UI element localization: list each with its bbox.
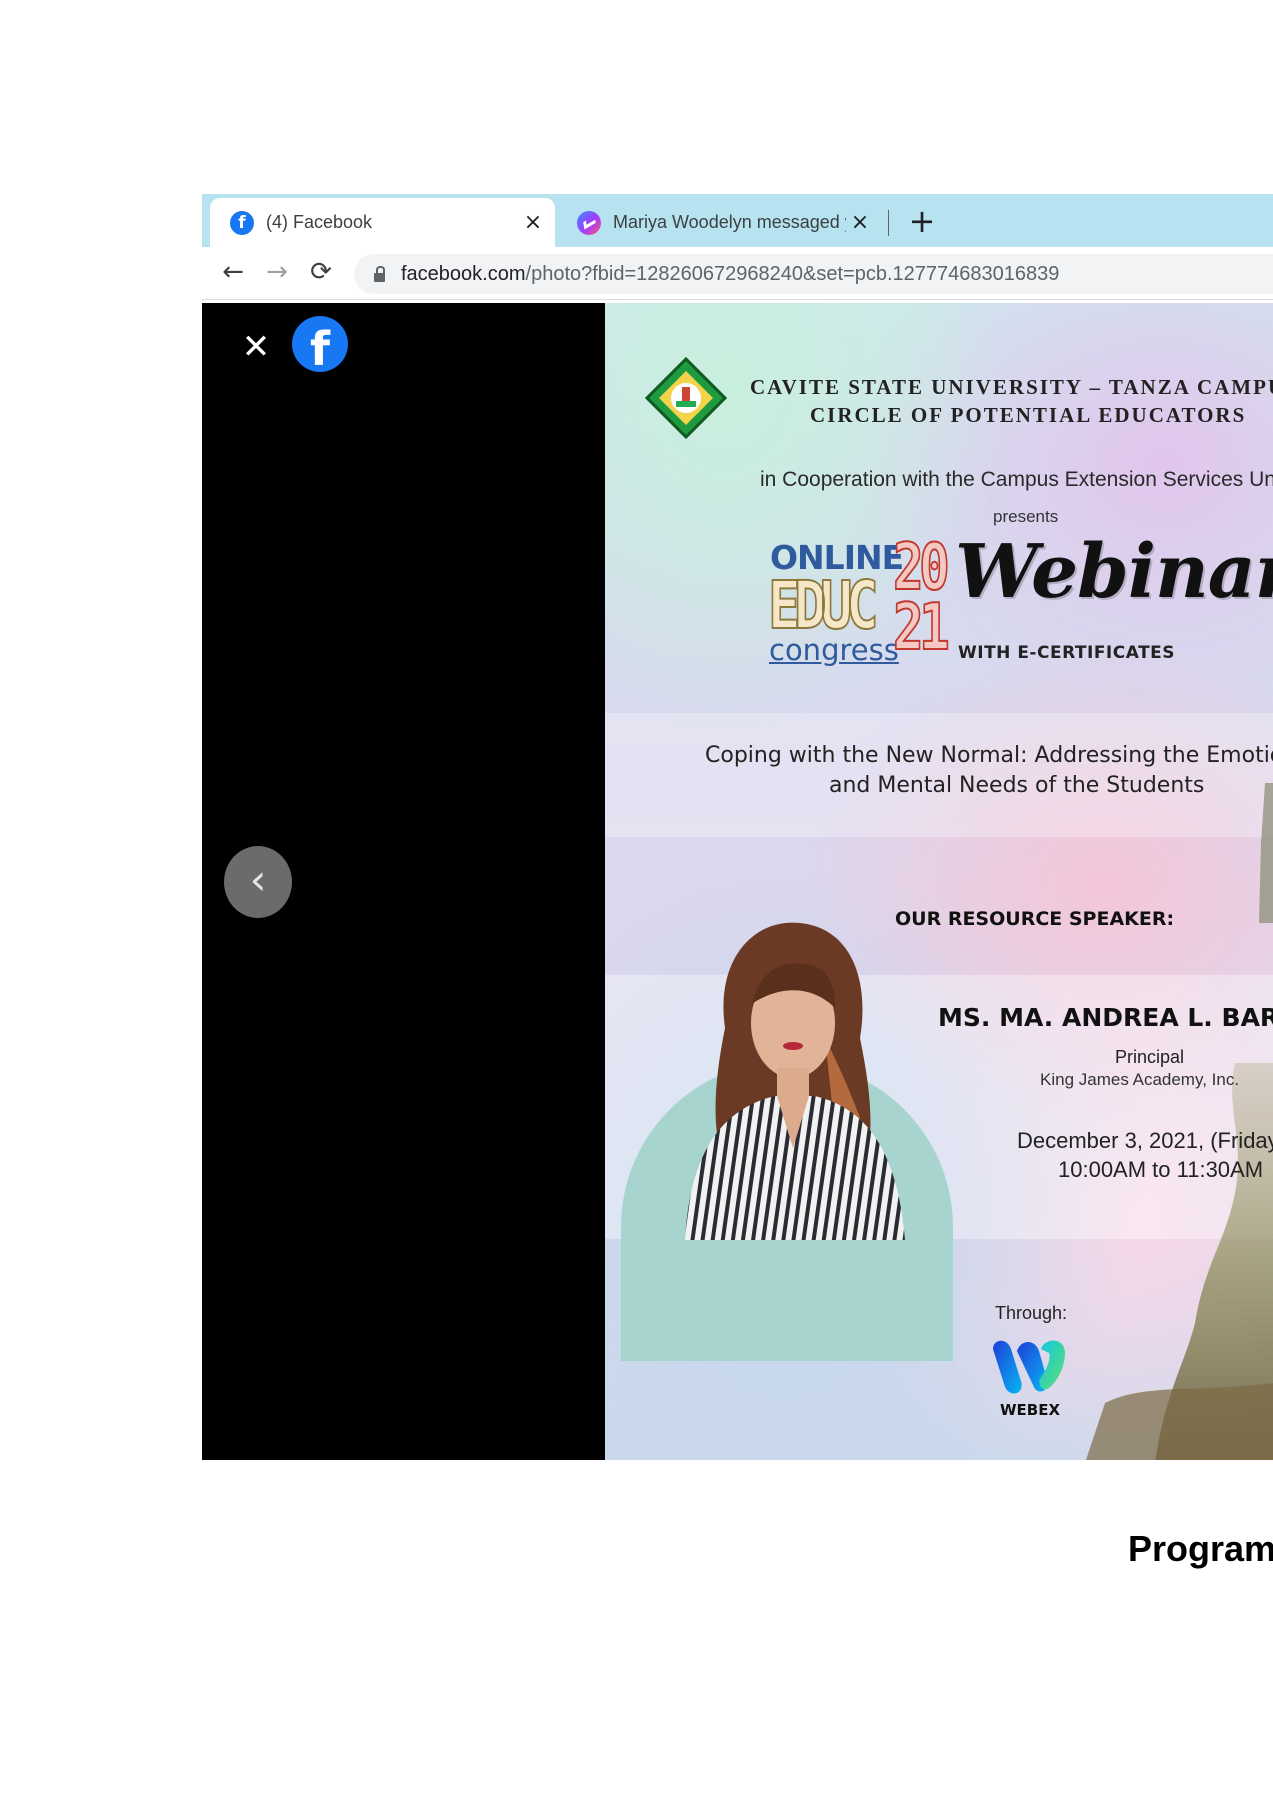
forward-button[interactable]: → <box>260 255 294 289</box>
event-date: December 3, 2021, (Friday) <box>1017 1128 1273 1153</box>
webinars-heading: Webinars <box>955 529 1273 615</box>
viewer-left-pane: ✕ f ‹ <box>202 303 605 1460</box>
messenger-icon <box>577 210 601 235</box>
back-button[interactable]: ← <box>216 255 250 289</box>
reload-button[interactable]: ⟳ <box>304 255 338 289</box>
tab-facebook[interactable]: f (4) Facebook × <box>210 198 555 247</box>
speaker-photo <box>685 922 905 1240</box>
screenshot: f (4) Facebook × Mariya Woodelyn message… <box>202 194 1273 1460</box>
close-tab-icon[interactable]: × <box>519 210 547 235</box>
facebook-icon: f <box>230 210 254 235</box>
tab-title: (4) Facebook <box>266 212 373 232</box>
university-name: CAVITE STATE UNIVERSITY – TANZA CAMPUS <box>750 375 1273 399</box>
tab-messenger[interactable]: Mariya Woodelyn messaged you × <box>557 198 882 247</box>
toolbar-divider <box>202 299 1273 300</box>
url-host: facebook.com <box>401 262 526 285</box>
photo-viewer: ✕ f ‹ CAVITE STATE UNIVERSITY – TANZA CA… <box>202 303 1273 1460</box>
presents-text: presents <box>993 507 1059 526</box>
speaker-heading: OUR RESOURCE SPEAKER: <box>895 908 1175 930</box>
webinar-poster-image: CAVITE STATE UNIVERSITY – TANZA CAMPUS C… <box>605 303 1273 1460</box>
cooperation-line: in Cooperation with the Campus Extension… <box>760 468 1273 491</box>
statue-graphic <box>1086 1063 1273 1460</box>
tab-bar: f (4) Facebook × Mariya Woodelyn message… <box>202 194 1273 247</box>
logo-year-bottom: 21 <box>892 590 950 666</box>
browser-toolbar: ← → ⟳ facebook.com/photo?fbid=1282606729… <box>202 247 1273 299</box>
close-tab-icon[interactable]: × <box>846 210 874 235</box>
webex-logo-icon <box>993 1340 1065 1394</box>
url-path: /photo?fbid=128260672968240&set=pcb.1277… <box>525 262 1060 285</box>
previous-photo-button[interactable]: ‹ <box>224 846 292 918</box>
webex-label: WEBEX <box>1000 1401 1061 1419</box>
organization-name: CIRCLE OF POTENTIAL EDUCATORS <box>810 403 1247 427</box>
close-viewer-button[interactable]: ✕ <box>237 328 275 366</box>
webinar-topic-line2: and Mental Needs of the Students <box>829 773 1205 798</box>
logo-congress-text: congress <box>769 633 899 667</box>
statue-arm-graphic <box>1259 783 1273 923</box>
event-time: 10:00AM to 11:30AM <box>1058 1157 1264 1182</box>
lock-icon <box>374 265 385 282</box>
speaker-name: MS. MA. ANDREA L. BARTOLOME <box>938 1003 1273 1032</box>
facebook-logo-icon[interactable]: f <box>292 316 348 372</box>
program-heading: Program <box>1128 1528 1273 1569</box>
speaker-role: Principal <box>1115 1047 1185 1067</box>
speaker-organization: King James Academy, Inc. <box>1040 1070 1240 1089</box>
university-seal-icon <box>645 357 727 439</box>
webinar-topic-line1: Coping with the New Normal: Addressing t… <box>705 743 1273 768</box>
address-bar[interactable]: facebook.com/photo?fbid=128260672968240&… <box>354 254 1273 294</box>
certificates-note: WITH E-CERTIFICATES <box>958 643 1176 663</box>
new-tab-button[interactable]: + <box>902 202 942 242</box>
through-label: Through: <box>995 1303 1068 1323</box>
tab-title: Mariya Woodelyn messaged you <box>613 212 846 232</box>
tab-separator <box>888 210 889 236</box>
url-text: facebook.com/photo?fbid=128260672968240&… <box>401 263 1059 286</box>
